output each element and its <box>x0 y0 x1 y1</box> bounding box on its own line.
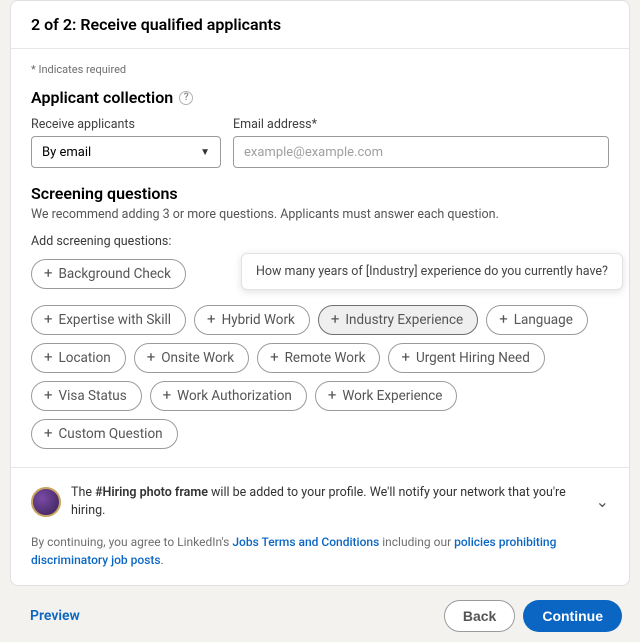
receive-applicants-field: Receive applicants By email ▼ <box>31 117 221 168</box>
chevron-down-icon: ▼ <box>200 147 210 158</box>
continue-button[interactable]: Continue <box>523 600 622 632</box>
plus-icon: + <box>44 312 53 327</box>
plus-icon: + <box>163 388 172 403</box>
hiring-frame-text: The #Hiring photo frame will be added to… <box>71 484 586 519</box>
add-questions-label: Add screening questions: <box>31 234 609 249</box>
email-field[interactable]: example@example.com <box>233 136 609 168</box>
preview-link[interactable]: Preview <box>18 602 92 630</box>
required-hint: * Indicates required <box>31 63 609 76</box>
pill-label: Expertise with Skill <box>59 312 172 328</box>
plus-icon: + <box>147 350 156 365</box>
pill-label: Location <box>59 350 111 366</box>
applicant-fields-row: Receive applicants By email ▼ Email addr… <box>31 117 609 168</box>
pill-work-experience[interactable]: + Work Experience <box>315 381 458 411</box>
plus-icon: + <box>328 388 337 403</box>
plus-icon: + <box>331 312 340 327</box>
card-body: * Indicates required Applicant collectio… <box>11 49 629 467</box>
job-post-step-card: 2 of 2: Receive qualified applicants * I… <box>10 0 630 586</box>
card-footer: The #Hiring photo frame will be added to… <box>11 467 629 585</box>
pill-visa-status[interactable]: + Visa Status <box>31 381 142 411</box>
pill-label: Onsite Work <box>161 350 234 366</box>
pill-label: Remote Work <box>285 350 366 366</box>
pill-onsite-work[interactable]: + Onsite Work <box>134 343 249 373</box>
pill-label: Work Experience <box>342 388 442 404</box>
chevron-down-icon[interactable]: ⌄ <box>596 492 609 511</box>
email-placeholder: example@example.com <box>244 145 383 160</box>
plus-icon: + <box>44 388 53 403</box>
jobs-terms-link[interactable]: Jobs Terms and Conditions <box>232 535 379 549</box>
legal-mid: including our <box>379 535 454 549</box>
plus-icon: + <box>44 350 53 365</box>
pill-tooltip: How many years of [Industry] experience … <box>241 253 623 290</box>
pill-remote-work[interactable]: + Remote Work <box>257 343 380 373</box>
help-icon[interactable]: ? <box>179 91 193 105</box>
legal-text: By continuing, you agree to LinkedIn's J… <box>31 533 609 569</box>
pill-hybrid-work[interactable]: + Hybrid Work <box>194 305 310 335</box>
email-label: Email address* <box>233 117 609 132</box>
receive-applicants-label: Receive applicants <box>31 117 221 132</box>
pill-label: Urgent Hiring Need <box>416 350 530 366</box>
pill-expertise-skill[interactable]: + Expertise with Skill <box>31 305 186 335</box>
pill-location[interactable]: + Location <box>31 343 126 373</box>
legal-suffix: . <box>161 553 164 567</box>
plus-icon: + <box>44 426 53 441</box>
step-header: 2 of 2: Receive qualified applicants <box>11 1 629 49</box>
pill-industry-experience[interactable]: + Industry Experience <box>318 305 478 335</box>
applicant-collection-title: Applicant collection <box>31 88 173 107</box>
pill-language[interactable]: + Language <box>486 305 588 335</box>
screening-subtitle: We recommend adding 3 or more questions.… <box>31 207 609 222</box>
plus-icon: + <box>499 312 508 327</box>
plus-icon: + <box>44 266 53 281</box>
plus-icon: + <box>270 350 279 365</box>
receive-applicants-select[interactable]: By email ▼ <box>31 136 221 168</box>
pill-urgent-hiring[interactable]: + Urgent Hiring Need <box>388 343 544 373</box>
plus-icon: + <box>401 350 410 365</box>
pill-label: Visa Status <box>59 388 127 404</box>
legal-prefix: By continuing, you agree to LinkedIn's <box>31 535 232 549</box>
pill-label: Background Check <box>59 266 171 282</box>
actions-bar: Preview Back Continue <box>10 586 630 642</box>
pill-label: Work Authorization <box>177 388 292 404</box>
email-field-wrap: Email address* example@example.com <box>233 117 609 168</box>
screening-title: Screening questions <box>31 184 609 203</box>
pill-label: Language <box>514 312 573 328</box>
pill-background-check[interactable]: + Background Check <box>31 259 186 289</box>
pill-work-authorization[interactable]: + Work Authorization <box>150 381 307 411</box>
receive-applicants-value: By email <box>42 145 91 160</box>
applicant-collection-heading: Applicant collection ? <box>31 88 609 107</box>
plus-icon: + <box>207 312 216 327</box>
hiring-frame-strong: #Hiring photo frame <box>95 485 208 500</box>
pill-label: Custom Question <box>59 426 163 442</box>
pill-label: Industry Experience <box>345 312 463 328</box>
step-title: 2 of 2: Receive qualified applicants <box>31 15 281 34</box>
hiring-frame-row: The #Hiring photo frame will be added to… <box>31 484 609 519</box>
back-button[interactable]: Back <box>444 600 515 632</box>
avatar <box>31 487 61 517</box>
pill-custom-question[interactable]: + Custom Question <box>31 419 178 449</box>
screening-pills: How many years of [Industry] experience … <box>31 259 609 449</box>
pill-label: Hybrid Work <box>222 312 295 328</box>
